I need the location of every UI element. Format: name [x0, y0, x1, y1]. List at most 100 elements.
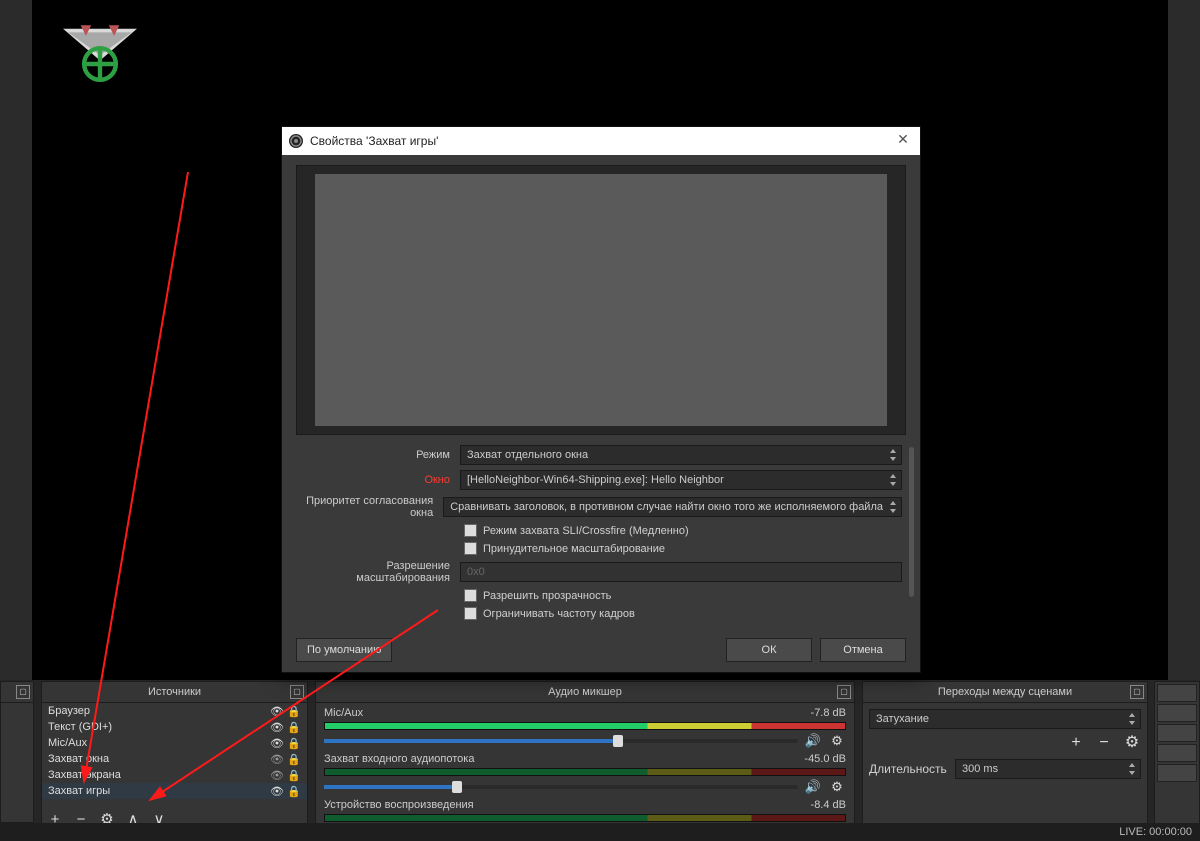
lock-icon[interactable]: 🔒	[287, 768, 301, 782]
undock-icon[interactable]: ▢	[16, 685, 30, 699]
chevron-updown-icon	[1127, 712, 1137, 726]
chevron-updown-icon	[1127, 762, 1137, 776]
mode-value: Захват отдельного окна	[467, 449, 588, 461]
source-label: Mic/Aux	[48, 735, 87, 751]
checkbox-icon[interactable]	[464, 524, 477, 537]
lock-icon[interactable]: 🔒	[287, 736, 301, 750]
lock-icon[interactable]: 🔒	[287, 704, 301, 718]
mixer-channel: Захват входного аудиопотока -45.0 dB 🔊 ⚙	[324, 753, 846, 796]
checkbox-icon[interactable]	[464, 607, 477, 620]
source-row[interactable]: Браузер 👁🔒	[42, 703, 307, 719]
source-row[interactable]: Захват экрана 👁🔒	[42, 767, 307, 783]
volume-slider[interactable]	[324, 739, 798, 743]
limit-fps-checkbox-row[interactable]: Ограничивать частоту кадров	[296, 607, 902, 620]
chevron-updown-icon	[888, 500, 898, 514]
sources-title-text: Источники	[148, 686, 201, 698]
audio-mixer-panel: Аудио микшер ▢ Mic/Aux -7.8 dB 🔊 ⚙ Захва…	[315, 681, 855, 836]
remove-transition-button[interactable]: −	[1095, 735, 1113, 753]
add-transition-button[interactable]: +	[1067, 735, 1085, 753]
transparency-checkbox-row[interactable]: Разрешить прозрачность	[296, 589, 902, 602]
priority-label: Приоритет согласования окна	[296, 495, 437, 519]
mixer-title-text: Аудио микшер	[548, 686, 622, 698]
lock-icon[interactable]: 🔒	[287, 784, 301, 798]
mode-label: Режим	[296, 449, 454, 461]
mixer-panel-title: Аудио микшер ▢	[316, 682, 854, 703]
source-row[interactable]: Текст (GDI+) 👁🔒	[42, 719, 307, 735]
dialog-preview	[296, 165, 906, 435]
resolution-select: 0x0	[460, 562, 902, 582]
sli-checkbox-row[interactable]: Режим захвата SLI/Crossfire (Медленно)	[296, 524, 902, 537]
window-label: Окно	[296, 474, 454, 486]
ok-button[interactable]: ОК	[726, 638, 812, 662]
source-label: Захват игры	[48, 783, 110, 799]
controls-panel	[1154, 681, 1200, 836]
control-button[interactable]	[1157, 744, 1197, 762]
mixer-channel: Устройство воспроизведения -8.4 dB	[324, 799, 846, 822]
scrollbar[interactable]	[909, 447, 914, 597]
force-scale-checkbox-row[interactable]: Принудительное масштабирование	[296, 542, 902, 555]
sli-label: Режим захвата SLI/Crossfire (Медленно)	[483, 525, 689, 537]
control-button[interactable]	[1157, 724, 1197, 742]
duration-label: Длительность	[869, 762, 949, 776]
mixer-channel: Mic/Aux -7.8 dB 🔊 ⚙	[324, 707, 846, 750]
lock-icon[interactable]: 🔒	[287, 752, 301, 766]
undock-icon[interactable]: ▢	[1130, 685, 1144, 699]
dialog-titlebar[interactable]: Свойства 'Захват игры' ✕	[282, 127, 920, 155]
checkbox-icon[interactable]	[464, 589, 477, 602]
channel-db: -8.4 dB	[811, 799, 846, 813]
source-label: Браузер	[48, 703, 90, 719]
channel-settings-icon[interactable]: ⚙	[828, 778, 846, 796]
source-row[interactable]: Mic/Aux 👁🔒	[42, 735, 307, 751]
control-button[interactable]	[1157, 764, 1197, 782]
visibility-icon[interactable]: 👁	[270, 768, 284, 782]
window-select[interactable]: [HelloNeighbor-Win64-Shipping.exe]: Hell…	[460, 470, 902, 490]
control-button[interactable]	[1157, 684, 1197, 702]
resolution-placeholder: 0x0	[467, 566, 485, 578]
transition-effect-select[interactable]: Затухание	[869, 709, 1141, 729]
force-scale-label: Принудительное масштабирование	[483, 543, 665, 555]
status-live-text: LIVE: 00:00:00	[1119, 826, 1192, 838]
channel-name: Устройство воспроизведения	[324, 799, 474, 813]
visibility-icon[interactable]: 👁	[270, 784, 284, 798]
checkbox-icon[interactable]	[464, 542, 477, 555]
visibility-icon[interactable]: 👁	[270, 752, 284, 766]
priority-select[interactable]: Сравнивать заголовок, в противном случае…	[443, 497, 902, 517]
priority-value: Сравнивать заголовок, в противном случае…	[450, 498, 883, 516]
vu-meter	[324, 768, 846, 776]
source-label: Захват экрана	[48, 767, 121, 783]
visibility-icon[interactable]: 👁	[270, 720, 284, 734]
window-value: [HelloNeighbor-Win64-Shipping.exe]: Hell…	[467, 474, 724, 486]
source-label: Текст (GDI+)	[48, 719, 112, 735]
properties-dialog: Свойства 'Захват игры' ✕ Режим Захват от…	[281, 126, 921, 673]
sources-panel: Источники ▢ Браузер 👁🔒 Текст (GDI+) 👁🔒 M…	[41, 681, 308, 836]
mute-icon[interactable]: 🔊	[804, 732, 822, 750]
channel-db: -7.8 dB	[811, 707, 846, 721]
undock-icon[interactable]: ▢	[837, 685, 851, 699]
close-button[interactable]: ✕	[894, 131, 912, 149]
visibility-icon[interactable]: 👁	[270, 704, 284, 718]
scenes-panel: ▢	[0, 681, 34, 823]
transition-effect-value: Затухание	[876, 713, 929, 725]
transition-settings-button[interactable]: ⚙	[1123, 735, 1141, 753]
cancel-button[interactable]: Отмена	[820, 638, 906, 662]
resolution-label: Разрешение масштабирования	[296, 560, 454, 584]
transitions-title-text: Переходы между сценами	[938, 686, 1072, 698]
vu-meter	[324, 722, 846, 730]
lock-icon[interactable]: 🔒	[287, 720, 301, 734]
undock-icon[interactable]: ▢	[290, 685, 304, 699]
obs-icon	[288, 133, 304, 149]
vu-meter	[324, 814, 846, 822]
volume-slider[interactable]	[324, 785, 798, 789]
mode-select[interactable]: Захват отдельного окна	[460, 445, 902, 465]
chevron-updown-icon	[888, 448, 898, 462]
source-row[interactable]: Захват окна 👁🔒	[42, 751, 307, 767]
control-button[interactable]	[1157, 704, 1197, 722]
mute-icon[interactable]: 🔊	[804, 778, 822, 796]
sources-list: Браузер 👁🔒 Текст (GDI+) 👁🔒 Mic/Aux 👁🔒 За…	[42, 703, 307, 799]
visibility-icon[interactable]: 👁	[270, 736, 284, 750]
channel-name: Захват входного аудиопотока	[324, 753, 474, 767]
channel-settings-icon[interactable]: ⚙	[828, 732, 846, 750]
transition-duration-input[interactable]: 300 ms	[955, 759, 1141, 779]
defaults-button[interactable]: По умолчанию	[296, 638, 392, 662]
source-row[interactable]: Захват игры 👁🔒	[42, 783, 307, 799]
